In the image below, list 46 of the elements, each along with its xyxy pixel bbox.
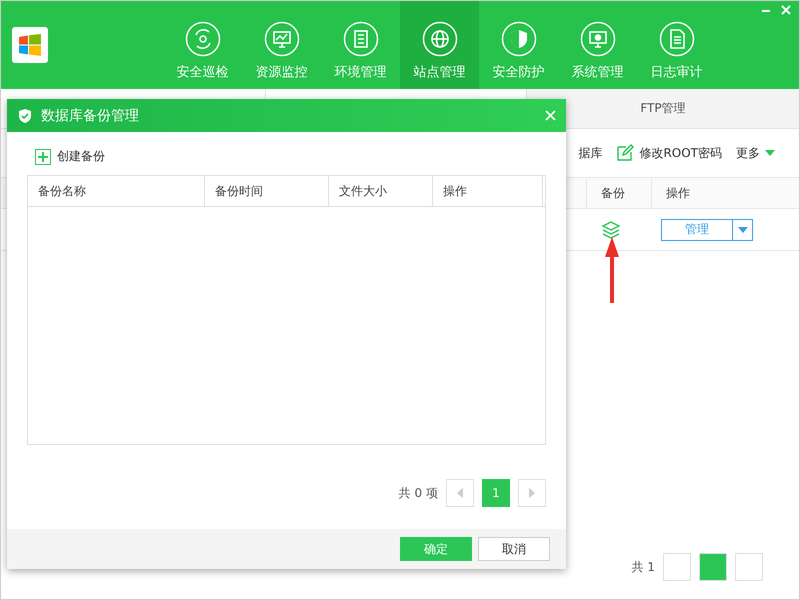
column-header: 操作 xyxy=(651,178,751,208)
more-menu[interactable]: 更多 xyxy=(736,144,760,162)
toolbar-link[interactable]: 据库 xyxy=(578,144,602,162)
plus-icon xyxy=(35,148,51,164)
total-count: 共 0 项 xyxy=(398,484,438,502)
left-arrow-icon xyxy=(457,488,463,498)
column-header: 操作 xyxy=(433,176,543,206)
close-icon[interactable] xyxy=(781,5,791,15)
cancel-button[interactable]: 取消 xyxy=(478,537,550,561)
dialog-title: 数据库备份管理 xyxy=(41,106,140,124)
monitor-gear-icon xyxy=(580,21,616,57)
building-icon xyxy=(342,21,378,57)
total-count: 共 1 xyxy=(632,558,655,576)
page-button[interactable] xyxy=(663,553,691,581)
layers-icon[interactable] xyxy=(601,220,621,238)
globe-icon xyxy=(422,21,458,57)
document-icon xyxy=(658,21,694,57)
nav-tab[interactable]: 日志审计 xyxy=(637,1,716,89)
nav-tab[interactable]: 安全巡检 xyxy=(163,1,242,89)
windows-logo xyxy=(12,27,48,63)
create-backup-button[interactable]: 创建备份 xyxy=(27,144,113,169)
nav-tab[interactable]: 环境管理 xyxy=(321,1,400,89)
toolbar-link[interactable]: 修改ROOT密码 xyxy=(639,144,722,162)
prev-page-button[interactable] xyxy=(446,479,474,507)
caret-icon xyxy=(765,150,775,156)
column-header: 文件大小 xyxy=(329,176,433,206)
shield-icon xyxy=(500,21,536,57)
page-button[interactable] xyxy=(699,553,727,581)
caret-icon xyxy=(738,226,748,232)
page-button[interactable]: 1 xyxy=(482,479,510,507)
nav-tab[interactable]: 资源监控 xyxy=(242,1,321,89)
page-button[interactable] xyxy=(735,553,763,581)
right-arrow-icon xyxy=(529,488,535,498)
next-page-button[interactable] xyxy=(518,479,546,507)
monitor-icon xyxy=(264,21,300,57)
shield-icon xyxy=(17,108,33,124)
column-header: 备份名称 xyxy=(28,176,205,206)
column-header: 备份时间 xyxy=(205,176,329,206)
edit-icon xyxy=(616,144,634,162)
nav-tab[interactable]: 系统管理 xyxy=(558,1,637,89)
refresh-icon xyxy=(184,21,220,57)
close-button[interactable] xyxy=(545,110,556,121)
column-header: 备份 xyxy=(586,178,651,208)
confirm-button[interactable]: 确定 xyxy=(400,537,472,561)
nav-tab[interactable]: 安全防护 xyxy=(479,1,558,89)
nav-tab[interactable]: 站点管理 xyxy=(400,1,479,89)
